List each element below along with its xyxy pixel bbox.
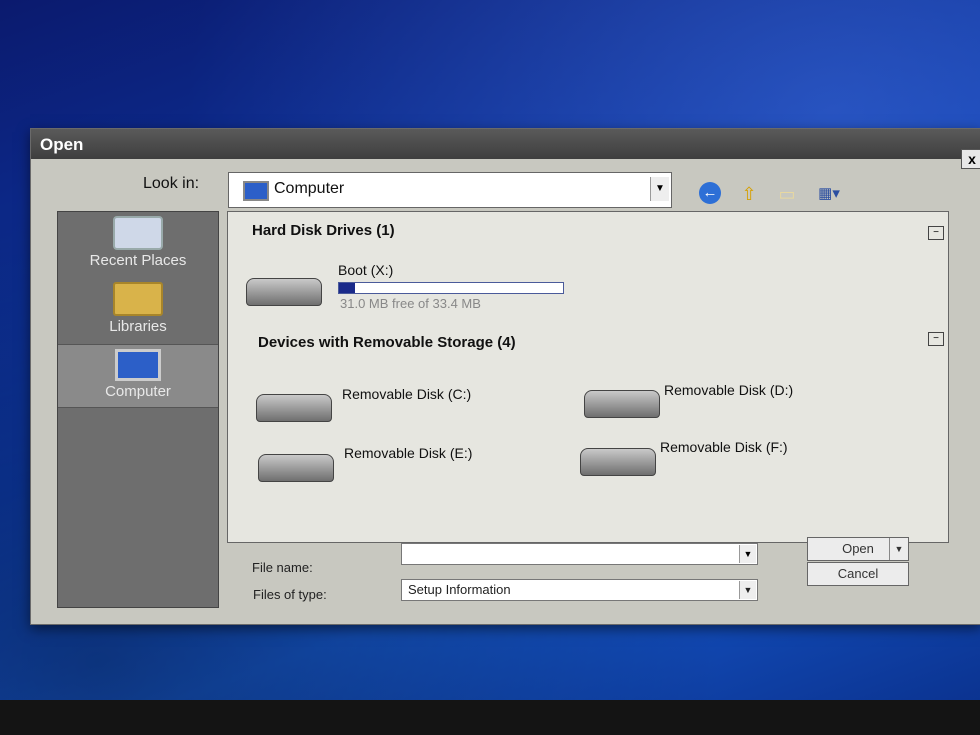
chevron-down-icon[interactable]: ▼ — [650, 177, 669, 201]
look-in-label: Look in: — [143, 175, 200, 192]
drive-name: Removable Disk (D:) — [664, 382, 794, 398]
removable-drive-icon — [258, 454, 334, 482]
new-folder-icon[interactable]: ▭ — [774, 182, 800, 206]
open-dialog: Open x Look in: Computer ▼ ← ⇧ ▭ ▦▾ Rece… — [30, 128, 980, 625]
cancel-button[interactable]: Cancel — [807, 562, 909, 586]
hard-drive-icon — [246, 278, 322, 306]
libraries-icon — [113, 282, 163, 316]
up-folder-icon[interactable]: ⇧ — [736, 182, 762, 206]
file-name-input[interactable]: ▼ — [401, 543, 758, 565]
drive-name: Removable Disk (F:) — [660, 439, 788, 455]
recent-places-icon — [113, 216, 163, 250]
drive-name: Removable Disk (E:) — [344, 445, 473, 461]
removable-drive-icon — [256, 394, 332, 422]
disk-usage-bar — [338, 282, 564, 294]
dialog-title: Open — [40, 135, 84, 154]
removable-drive-icon — [584, 390, 660, 418]
views-menu-icon[interactable]: ▦▾ — [811, 182, 847, 206]
place-libraries[interactable]: Libraries — [58, 278, 218, 340]
look-in-combobox[interactable]: Computer ▼ — [228, 172, 672, 208]
file-type-label: Files of type: — [253, 587, 327, 602]
places-bar: Recent Places Libraries Computer — [57, 211, 219, 608]
place-label: Computer — [105, 383, 171, 400]
chevron-down-icon[interactable]: ▼ — [739, 581, 756, 599]
drive-name: Removable Disk (C:) — [342, 386, 472, 402]
group-header-hard-disk: Hard Disk Drives (1) — [252, 222, 395, 239]
back-arrow-icon[interactable]: ← — [699, 182, 721, 204]
open-button[interactable]: Open ▼ — [807, 537, 909, 561]
disk-usage-fill — [339, 283, 356, 293]
place-label: Libraries — [109, 318, 167, 335]
place-computer[interactable]: Computer — [58, 344, 218, 408]
collapse-icon[interactable]: − — [928, 332, 944, 346]
computer-icon — [243, 181, 269, 201]
file-list-view: Hard Disk Drives (1) − Boot (X:) 31.0 MB… — [227, 211, 949, 587]
file-name-label: File name: — [252, 560, 313, 575]
look-in-value: Computer — [274, 180, 345, 197]
chevron-down-icon[interactable]: ▼ — [739, 545, 756, 563]
open-split-arrow-icon[interactable]: ▼ — [889, 538, 908, 560]
disk-space-text: 31.0 MB free of 33.4 MB — [340, 296, 481, 311]
place-label: Recent Places — [89, 252, 187, 269]
drive-name: Boot (X:) — [338, 262, 394, 278]
open-button-label: Open — [842, 541, 874, 556]
file-type-value: Setup Information — [408, 582, 511, 597]
title-bar: Open — [31, 129, 980, 159]
collapse-icon[interactable]: − — [928, 226, 944, 240]
computer-icon — [115, 349, 161, 381]
removable-drive-icon — [580, 448, 656, 476]
file-type-select[interactable]: Setup Information ▼ — [401, 579, 758, 601]
close-button[interactable]: x — [961, 149, 980, 169]
group-header-removable: Devices with Removable Storage (4) — [258, 334, 516, 351]
place-recent-places[interactable]: Recent Places — [58, 212, 218, 274]
monitor-bezel — [0, 700, 980, 735]
